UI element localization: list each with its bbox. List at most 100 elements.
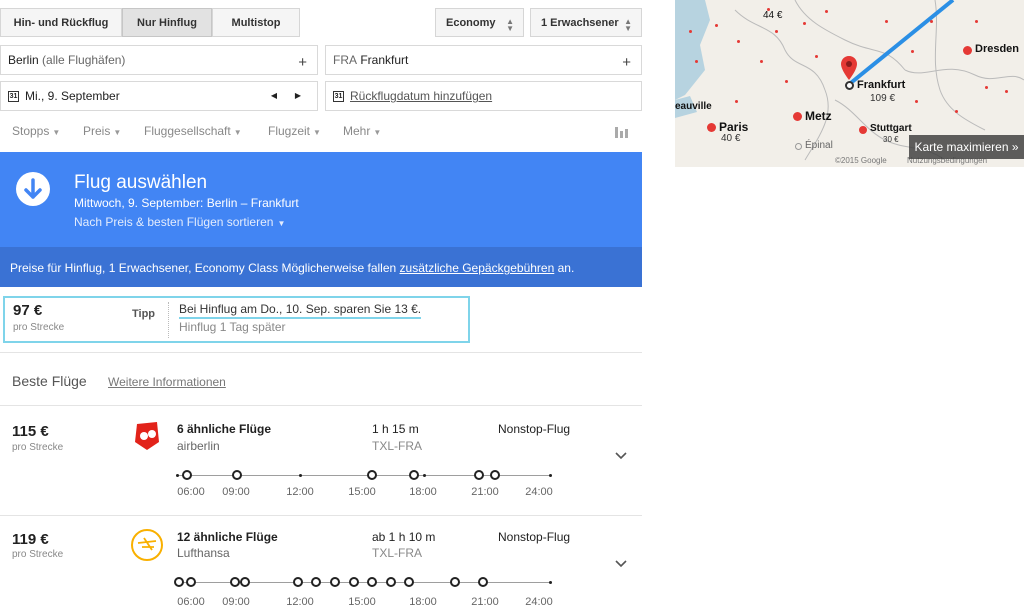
destination-name: Frankfurt bbox=[360, 53, 409, 67]
filter-label: Stopps bbox=[12, 124, 50, 138]
filter-price[interactable]: Preis ▼ bbox=[83, 124, 121, 138]
trip-oneway-button[interactable]: Nur Hinflug bbox=[122, 8, 212, 37]
tick-label: 21:00 bbox=[471, 486, 499, 498]
map-city-epinal: Épinal bbox=[805, 140, 833, 151]
epinal-marker bbox=[795, 143, 802, 150]
depart-date-value: Mi., 9. September bbox=[25, 89, 120, 103]
flight-route: TXL-FRA bbox=[372, 546, 423, 560]
airline-name: Lufthansa bbox=[177, 546, 230, 560]
info-tail: an. bbox=[557, 261, 575, 275]
updown-icon: ▲ ▼ bbox=[506, 17, 514, 33]
trip-multistop-label: Multistop bbox=[231, 16, 281, 29]
filter-more[interactable]: Mehr ▼ bbox=[343, 124, 381, 138]
filter-label: Flugzeit bbox=[268, 124, 311, 138]
flight-duration: 1 h 15 m bbox=[372, 422, 419, 436]
map-city-deauville: eauville bbox=[675, 101, 712, 112]
calendar-icon: 31 bbox=[333, 90, 344, 102]
cabin-value: Economy bbox=[446, 16, 496, 29]
destination-input[interactable]: FRA Frankfurt + bbox=[325, 45, 642, 75]
more-info-link[interactable]: Weitere Informationen bbox=[108, 375, 226, 389]
info-text: Preise für Hinflug, 1 Erwachsener, Econo… bbox=[10, 261, 397, 275]
tick-label: 21:00 bbox=[471, 596, 499, 605]
flight-price: 119 € bbox=[12, 531, 49, 548]
tick-label: 09:00 bbox=[222, 596, 250, 605]
price-info-bar: Preise für Hinflug, 1 Erwachsener, Econo… bbox=[0, 247, 642, 287]
flight-row-airberlin[interactable]: 115 € pro Strecke 6 ähnliche Flüge airbe… bbox=[0, 406, 642, 514]
airberlin-logo-icon bbox=[135, 422, 159, 450]
arrow-down-icon bbox=[16, 172, 50, 206]
airline-name: airberlin bbox=[177, 439, 220, 453]
map-top-price: 44 € bbox=[763, 10, 783, 21]
tick-label: 09:00 bbox=[222, 486, 250, 498]
tip-divider bbox=[168, 302, 169, 338]
tick-label: 24:00 bbox=[525, 596, 553, 605]
tip-card[interactable]: 97 € pro Strecke Tipp Bei Hinflug am Do.… bbox=[3, 296, 470, 343]
tip-label: Tipp bbox=[132, 308, 156, 320]
map-city-paris: Paris bbox=[719, 120, 749, 134]
prev-date-icon[interactable]: ◀ bbox=[271, 91, 277, 100]
flight-row-lufthansa[interactable]: 119 € pro Strecke 12 ähnliche Flüge Luft… bbox=[0, 516, 642, 605]
add-origin-icon[interactable]: + bbox=[298, 54, 307, 71]
map-city-dresden: Dresden bbox=[975, 43, 1020, 55]
tick-label: 12:00 bbox=[286, 596, 314, 605]
origin-suffix: (alle Flughäfen) bbox=[42, 53, 126, 67]
origin-input[interactable]: Berlin (alle Flughäfen) + bbox=[0, 45, 318, 75]
tip-detail: Hinflug 1 Tag später bbox=[179, 320, 286, 334]
caret-down-icon: ▼ bbox=[113, 128, 122, 137]
select-flight-banner: Flug auswählen Mittwoch, 9. September: B… bbox=[0, 152, 642, 247]
map-city-metz: Metz bbox=[805, 109, 832, 123]
filter-stops[interactable]: Stopps ▼ bbox=[12, 124, 60, 138]
caret-down-icon: ▼ bbox=[313, 128, 321, 137]
destination-code: FRA bbox=[333, 53, 357, 67]
metz-marker bbox=[793, 112, 802, 121]
depart-date-input[interactable]: 31 Mi., 9. September ◀ ▶ bbox=[0, 81, 318, 111]
chevron-down-icon[interactable] bbox=[615, 558, 627, 570]
baggage-fee-link[interactable]: zusätzliche Gepäckgebühren bbox=[400, 261, 555, 275]
tick-label: 24:00 bbox=[525, 486, 553, 498]
stuttgart-marker bbox=[859, 126, 867, 134]
map-panel[interactable]: 44 € Frankfurt 109 € Dresden eauville Pa… bbox=[675, 0, 1024, 167]
best-flights-title: Beste Flüge bbox=[12, 373, 87, 389]
caret-down-icon: ▼ bbox=[277, 219, 286, 228]
maximize-map-label: Karte maximieren » bbox=[914, 140, 1019, 154]
flight-stops: Nonstop-Flug bbox=[498, 530, 571, 544]
paris-marker bbox=[707, 123, 716, 132]
caret-down-icon: ▼ bbox=[52, 128, 61, 137]
similar-flights: 12 ähnliche Flüge bbox=[177, 530, 278, 544]
chevron-down-icon[interactable] bbox=[615, 450, 627, 462]
caret-down-icon: ▼ bbox=[373, 128, 382, 137]
bar-chart-icon[interactable] bbox=[614, 124, 628, 138]
passenger-select[interactable]: 1 Erwachsener ▲ ▼ bbox=[530, 8, 642, 37]
origin-name: Berlin bbox=[8, 53, 39, 67]
flight-per: pro Strecke bbox=[12, 442, 64, 453]
add-destination-icon[interactable]: + bbox=[622, 54, 631, 71]
next-date-icon[interactable]: ▶ bbox=[295, 91, 301, 100]
flight-price: 115 € bbox=[12, 423, 49, 440]
map-city-frankfurt: Frankfurt bbox=[857, 79, 906, 91]
filter-time[interactable]: Flugzeit ▼ bbox=[268, 124, 321, 138]
caret-down-icon: ▼ bbox=[233, 128, 242, 137]
tip-headline: Bei Hinflug am Do., 10. Sep. sparen Sie … bbox=[179, 302, 422, 319]
cabin-select[interactable]: Economy ▲ ▼ bbox=[435, 8, 524, 37]
sort-dropdown[interactable]: Nach Preis & besten Flügen sortieren ▼ bbox=[74, 215, 285, 229]
sort-label: Nach Preis & besten Flügen sortieren bbox=[74, 215, 274, 229]
tick-label: 15:00 bbox=[348, 596, 376, 605]
frankfurt-marker bbox=[845, 81, 854, 90]
filter-airline[interactable]: Fluggesellschaft ▼ bbox=[144, 124, 242, 138]
tick-label: 15:00 bbox=[348, 486, 376, 498]
trip-multistop-button[interactable]: Multistop bbox=[212, 8, 300, 37]
maximize-map-button[interactable]: Karte maximieren » bbox=[909, 135, 1024, 159]
calendar-icon: 31 bbox=[8, 90, 19, 102]
dresden-marker bbox=[963, 46, 972, 55]
trip-round-label: Hin- und Rückflug bbox=[13, 16, 109, 29]
tip-per: pro Strecke bbox=[13, 322, 65, 333]
map-price-frankfurt: 109 € bbox=[870, 93, 896, 104]
return-date-placeholder: Rückflugdatum hinzufügen bbox=[350, 89, 493, 103]
filter-label: Fluggesellschaft bbox=[144, 124, 231, 138]
return-date-input[interactable]: 31 Rückflugdatum hinzufügen bbox=[325, 81, 642, 111]
map-city-stuttgart: Stuttgart bbox=[870, 123, 912, 134]
flight-route: TXL-FRA bbox=[372, 439, 423, 453]
trip-round-button[interactable]: Hin- und Rückflug bbox=[0, 8, 122, 37]
trip-oneway-label: Nur Hinflug bbox=[137, 16, 197, 29]
map-price-stuttgart: 30 € bbox=[883, 135, 899, 144]
